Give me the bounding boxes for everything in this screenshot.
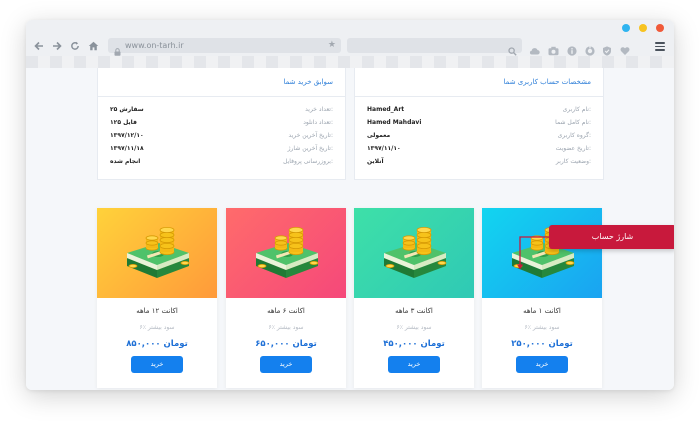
- info-value: ۱۳۹۷/۱۱/۱۸: [110, 145, 144, 152]
- plan-subtitle: ۶٪ سود بیشتر: [524, 324, 560, 331]
- plan-title: اکانت ۶ ماهه: [267, 307, 305, 315]
- account-info-card: مشخصات حساب کاربری شما نام کاربری: Hamed_…: [354, 68, 604, 180]
- compass-icon[interactable]: [585, 41, 595, 56]
- page-viewport: مشخصات حساب کاربری شما نام کاربری: Hamed_…: [26, 68, 674, 390]
- info-label: تاریخ آخرین خرید:: [288, 132, 333, 139]
- buy-button[interactable]: خرید: [131, 356, 183, 373]
- info-row: تاریخ عضویت: ۱۳۹۷/۱۱/۱۰: [367, 144, 591, 154]
- plan-subtitle: ۶٪ سود بیشتر: [139, 324, 175, 331]
- plan-subtitle: ۶٪ سود بیشتر: [268, 324, 304, 331]
- browser-window: www.on-tarh.ir ★ مشخصات حساب کاربری شما …: [26, 20, 674, 390]
- plan-subtitle: ۶٪ سود بیشتر: [396, 324, 432, 331]
- buy-button[interactable]: خرید: [260, 356, 312, 373]
- info-label: بروزرسانی پروفایل:: [283, 158, 333, 165]
- heart-icon[interactable]: [620, 41, 630, 55]
- info-value: Hamed Mahdavi: [367, 119, 422, 126]
- info-label: تاریخ آخرین شارژ:: [287, 145, 333, 152]
- info-value: ۱۲۵ فایل: [110, 119, 137, 126]
- plan-card: اکانت ۳ ماهه ۶٪ سود بیشتر ۴۵۰,۰۰۰ تومان …: [354, 208, 474, 388]
- account-charge-callout[interactable]: شارژ حساب: [549, 225, 674, 249]
- menu-icon[interactable]: [655, 42, 665, 53]
- cloud-icon[interactable]: [529, 41, 540, 55]
- maximize-dot[interactable]: [639, 24, 647, 32]
- buy-button[interactable]: خرید: [516, 356, 568, 373]
- info-row: وضعیت کاربر: آنلاین: [367, 157, 591, 167]
- camera-icon[interactable]: [548, 41, 559, 56]
- money-icon: [226, 226, 346, 302]
- info-value: ۲۵ سفارش: [110, 106, 144, 113]
- info-row: بروزرسانی پروفایل: انجام شده: [110, 157, 333, 167]
- info-row: تعداد خرید: ۲۵ سفارش: [110, 105, 333, 115]
- info-row: گروه کاربری: معمولی: [367, 131, 591, 141]
- plan-banner: [354, 208, 474, 298]
- info-value: Hamed_Art: [367, 106, 405, 113]
- purchase-history-title: سوابق خرید شما: [283, 78, 333, 86]
- money-icon: [354, 226, 474, 302]
- info-label: تعداد خرید:: [305, 106, 333, 113]
- plan-card: اکانت ۶ ماهه ۶٪ سود بیشتر ۶۵۰,۰۰۰ تومان …: [226, 208, 346, 388]
- info-label: نام کاربری:: [562, 106, 591, 113]
- callout-arrow: [517, 236, 549, 270]
- forward-icon[interactable]: [50, 36, 64, 56]
- plan-title: اکانت ۱۲ ماهه: [136, 307, 178, 315]
- plan-price: ۲۵۰,۰۰۰ تومان: [511, 339, 573, 349]
- account-info-header: مشخصات حساب کاربری شما: [355, 68, 603, 97]
- info-value: آنلاین: [367, 158, 384, 165]
- info-value: ۱۳۹۷/۱۱/۱۰: [367, 145, 401, 152]
- plan-banner: [97, 208, 217, 298]
- shield-icon[interactable]: [602, 41, 612, 56]
- close-dot[interactable]: [656, 24, 664, 32]
- info-label: گروه کاربری:: [557, 132, 591, 139]
- info-label: نام کامل شما:: [555, 119, 591, 126]
- info-label: وضعیت کاربر:: [555, 158, 591, 165]
- plan-banner: [226, 208, 346, 298]
- purchase-history-card: سوابق خرید شما تعداد خرید: ۲۵ سفارش تعداد …: [97, 68, 346, 180]
- info-row: تعداد دانلود: ۱۲۵ فایل: [110, 118, 333, 128]
- money-icon: [97, 226, 217, 302]
- refresh-icon[interactable]: [68, 36, 82, 56]
- tab-strip: [26, 56, 674, 68]
- plan-card: اکانت ۱۲ ماهه ۶٪ سود بیشتر ۸۵۰,۰۰۰ تومان…: [97, 208, 217, 388]
- browser-toolbar: www.on-tarh.ir ★: [26, 36, 674, 56]
- plan-title: اکانت ۱ ماهه: [523, 307, 561, 315]
- info-row: تاریخ آخرین شارژ: ۱۳۹۷/۱۱/۱۸: [110, 144, 333, 154]
- info-row: نام کاربری: Hamed_Art: [367, 105, 591, 115]
- search-input[interactable]: [347, 38, 522, 56]
- title-bar: [26, 20, 674, 36]
- info-value: انجام شده: [110, 158, 141, 165]
- info-icon[interactable]: [567, 41, 577, 56]
- plan-price: ۴۵۰,۰۰۰ تومان: [383, 339, 445, 349]
- address-bar[interactable]: www.on-tarh.ir ★: [108, 38, 341, 56]
- money-icon: [482, 226, 602, 302]
- back-icon[interactable]: [32, 36, 46, 56]
- buy-button[interactable]: خرید: [388, 356, 440, 373]
- info-row: تاریخ آخرین خرید: ۱۳۹۷/۱۲/۱۰: [110, 131, 333, 141]
- info-row: نام کامل شما: Hamed Mahdavi: [367, 118, 591, 128]
- plan-price: ۸۵۰,۰۰۰ تومان: [126, 339, 188, 349]
- url-text: www.on-tarh.ir: [125, 41, 184, 50]
- minimize-dot[interactable]: [622, 24, 630, 32]
- account-info-title: مشخصات حساب کاربری شما: [503, 78, 591, 86]
- info-label: تعداد دانلود:: [303, 119, 333, 126]
- info-value: معمولی: [367, 132, 391, 139]
- info-value: ۱۳۹۷/۱۲/۱۰: [110, 132, 144, 139]
- plan-title: اکانت ۳ ماهه: [395, 307, 433, 315]
- home-icon[interactable]: [86, 36, 100, 56]
- bookmark-star-icon[interactable]: ★: [328, 40, 336, 50]
- info-label: تاریخ عضویت:: [555, 145, 591, 152]
- purchase-history-header: سوابق خرید شما: [98, 68, 345, 97]
- plan-price: ۶۵۰,۰۰۰ تومان: [255, 339, 317, 349]
